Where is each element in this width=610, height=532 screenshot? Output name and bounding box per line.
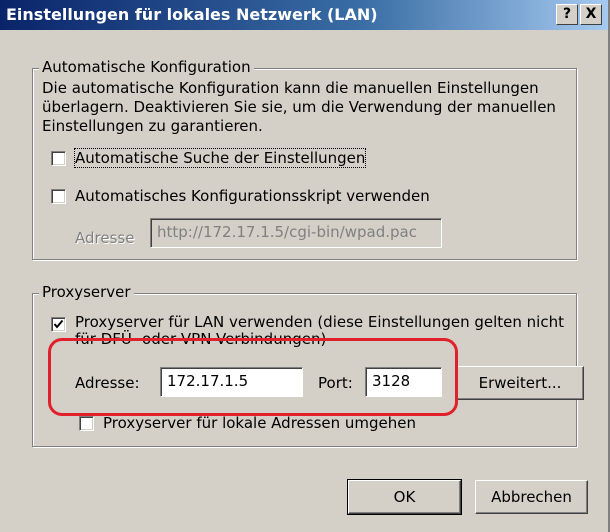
proxy-legend: Proxyserver — [39, 283, 134, 301]
script-address-field[interactable]: http://172.17.1.5/cgi-bin/wpad.pac — [150, 218, 442, 248]
use-proxy-label-line2[interactable]: für DFÜ- oder VPN-Verbindungen) — [75, 330, 326, 348]
advanced-button[interactable]: Erweitert... — [456, 366, 584, 400]
close-button[interactable]: X — [580, 4, 602, 25]
auto-detect-label[interactable]: Automatische Suche der Einstellungen — [73, 148, 367, 168]
window-title: Einstellungen für lokales Netzwerk (LAN) — [6, 5, 378, 24]
proxy-address-label: Adresse: — [75, 374, 140, 392]
auto-script-checkbox[interactable] — [51, 189, 66, 204]
checkmark-icon — [53, 319, 64, 329]
bypass-local-checkbox[interactable] — [79, 416, 94, 431]
use-proxy-checkbox[interactable] — [51, 317, 66, 332]
auto-detect-checkbox[interactable] — [51, 151, 66, 166]
proxy-port-label: Port: — [318, 374, 353, 392]
title-bar[interactable]: Einstellungen für lokales Netzwerk (LAN)… — [0, 0, 608, 30]
auto-config-description-line3: Einstellungen zu garantieren. — [42, 117, 263, 135]
auto-config-legend: Automatische Konfiguration — [39, 58, 254, 76]
proxy-port-field[interactable]: 3128 — [365, 367, 442, 397]
auto-config-description-line2: überlagern. Deaktivieren Sie sie, um die… — [42, 98, 556, 116]
use-proxy-label-line1[interactable]: Proxyserver für LAN verwenden (diese Ein… — [75, 313, 564, 331]
auto-config-description-line1: Die automatische Konfiguration kann die … — [42, 79, 539, 97]
proxy-address-field[interactable]: 172.17.1.5 — [160, 367, 303, 397]
cancel-button[interactable]: Abbrechen — [475, 480, 588, 514]
help-button[interactable]: ? — [556, 4, 578, 25]
script-address-label: Adresse — [75, 229, 135, 247]
ok-button[interactable]: OK — [347, 479, 462, 515]
lan-settings-dialog: Einstellungen für lokales Netzwerk (LAN)… — [0, 0, 610, 532]
bypass-local-label[interactable]: Proxyserver für lokale Adressen umgehen — [103, 414, 416, 432]
auto-script-label[interactable]: Automatisches Konfigurationsskript verwe… — [75, 187, 430, 205]
